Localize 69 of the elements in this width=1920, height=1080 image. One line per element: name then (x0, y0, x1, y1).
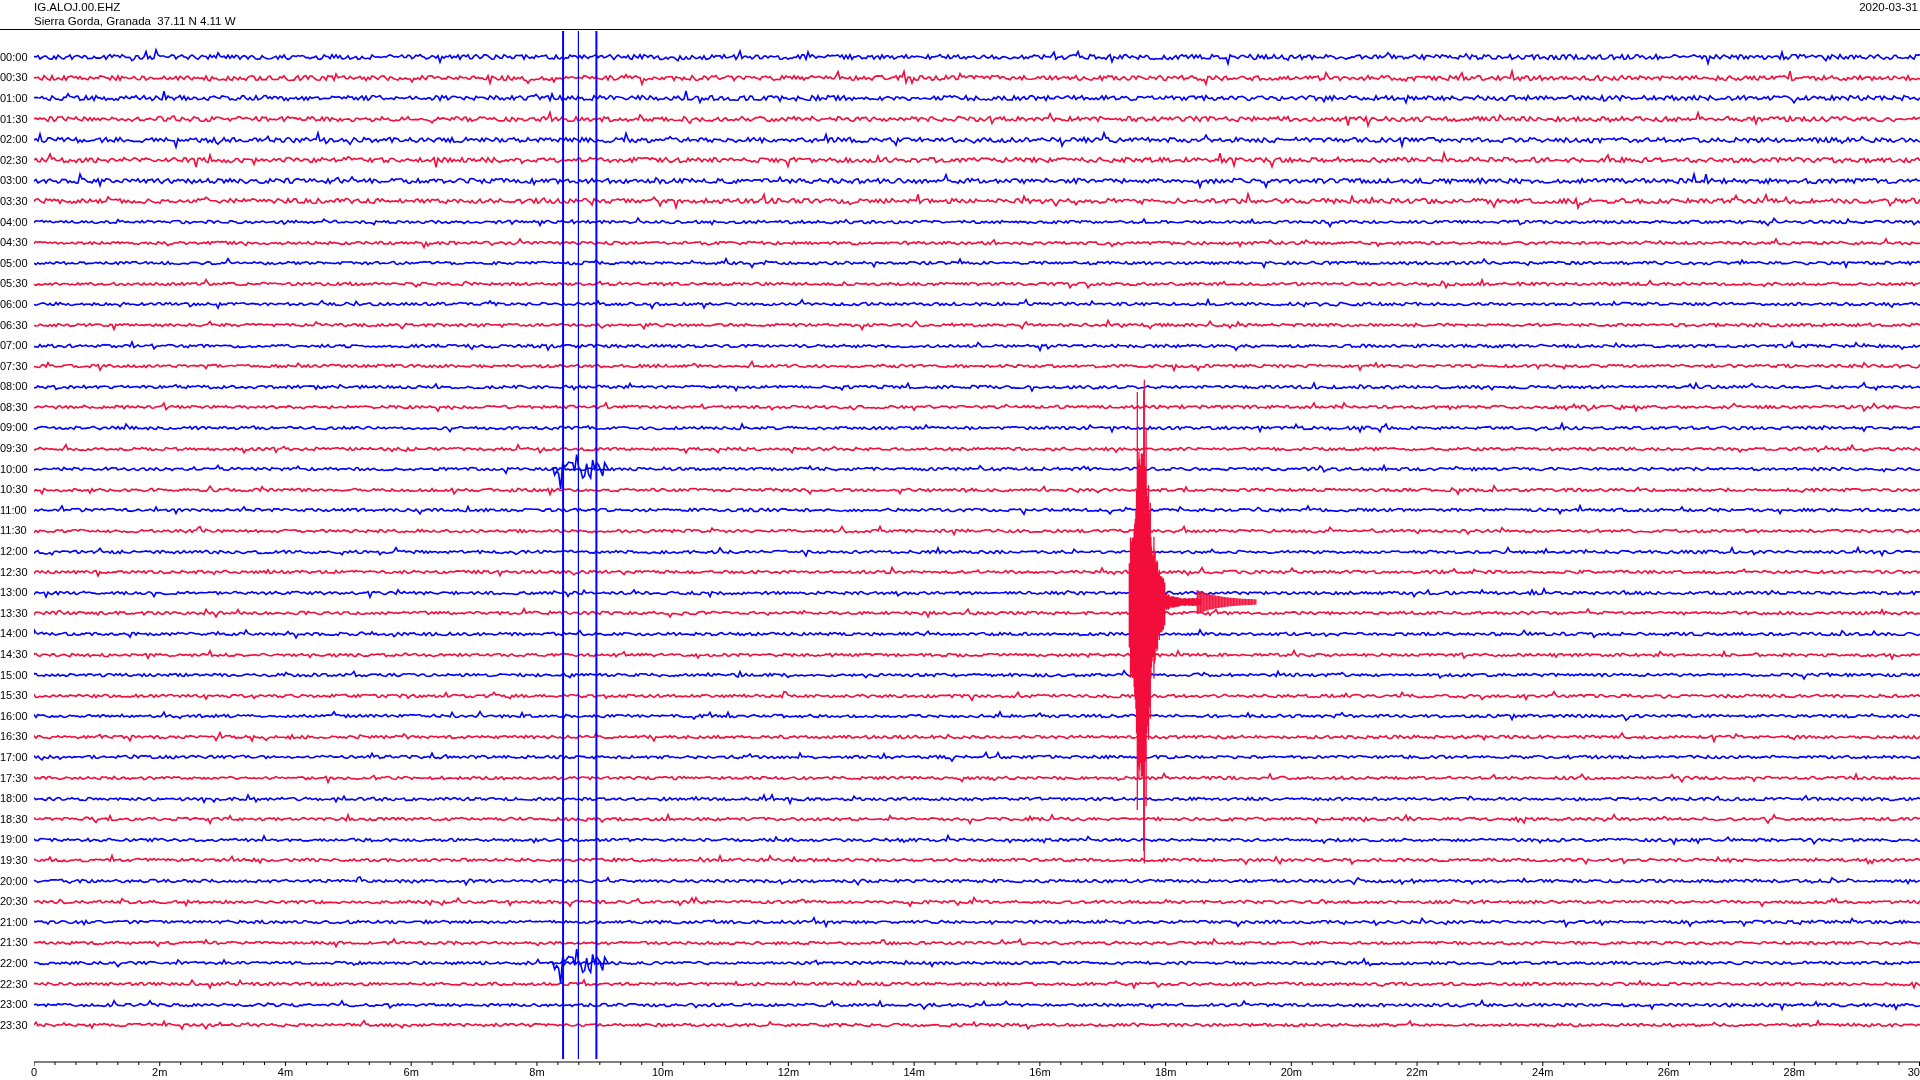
axis-tick-label: 20m (1280, 1067, 1303, 1078)
time-label: 06:00 (0, 298, 29, 310)
time-label: 20:30 (0, 896, 29, 908)
signal-burst (551, 948, 610, 985)
time-label: 19:30 (0, 854, 29, 866)
time-label: 13:00 (0, 587, 29, 599)
time-label: 18:00 (0, 793, 29, 805)
time-label: 05:30 (0, 278, 29, 290)
time-label: 07:00 (0, 340, 29, 352)
axis-tick-label: 8m (529, 1067, 545, 1078)
axis-tick-label: 16m (1029, 1067, 1051, 1078)
axis-tick-label: 0 (30, 1067, 38, 1078)
time-label: 02:00 (0, 134, 29, 146)
time-label: 14:00 (0, 628, 29, 640)
station-location: Sierra Gorda, Granada 37.11 N 4.11 W (34, 14, 236, 28)
plot-date: 2020-03-31 (1859, 0, 1918, 15)
station-code: IG.ALOJ.00.EHZ (34, 0, 122, 14)
time-label: 05:00 (0, 257, 29, 269)
time-label: 07:30 (0, 360, 29, 372)
time-label: 21:00 (0, 916, 29, 928)
axis-tick-label: 18m (1154, 1067, 1177, 1078)
time-label: 11:00 (0, 504, 28, 516)
time-label: 14:30 (0, 649, 29, 660)
axis-tick-label: 10m (651, 1067, 674, 1078)
time-label: 00:30 (0, 72, 29, 84)
time-label: 23:30 (0, 1019, 29, 1031)
time-label: 04:30 (0, 237, 29, 249)
time-label: 19:00 (0, 834, 29, 846)
time-label: 02:30 (0, 154, 29, 166)
time-label: 18:30 (0, 813, 29, 825)
time-label: 23:00 (0, 999, 29, 1011)
signal-burst (551, 453, 610, 490)
axis-tick-label: 30 (1907, 1067, 1920, 1078)
time-label: 20:00 (0, 875, 29, 887)
axis-tick-label: 12m (777, 1067, 800, 1078)
time-label: 11:30 (0, 525, 28, 537)
time-label: 15:00 (0, 669, 29, 681)
time-label: 09:30 (0, 443, 29, 455)
time-label: 17:00 (0, 752, 29, 763)
time-label: 16:00 (0, 710, 29, 722)
axis-tick-label: 14m (903, 1067, 925, 1078)
time-label: 10:30 (0, 484, 29, 496)
axis-tick-label: 4m (277, 1067, 294, 1078)
axis-tick-label: 6m (403, 1067, 419, 1078)
time-label: 16:30 (0, 731, 29, 743)
time-label: 08:00 (0, 381, 29, 393)
time-label: 12:30 (0, 566, 29, 578)
time-label: 22:30 (0, 978, 29, 990)
time-label: 22:00 (0, 957, 29, 969)
time-label: 01:30 (0, 113, 29, 125)
time-label: 12:00 (0, 546, 29, 558)
time-label: 06:30 (0, 319, 29, 331)
time-label: 13:30 (0, 607, 29, 619)
time-label: 09:00 (0, 422, 29, 434)
time-label: 00:00 (0, 51, 29, 63)
time-label: 15:30 (0, 690, 29, 702)
axis-tick-label: 26m (1657, 1067, 1680, 1078)
time-label: 21:30 (0, 937, 29, 949)
time-label: 08:30 (0, 401, 29, 413)
axis-tick-label: 2m (152, 1067, 168, 1078)
time-label: 03:00 (0, 175, 29, 187)
time-label: 03:30 (0, 195, 29, 207)
time-label: 17:30 (0, 772, 29, 784)
axis-tick-label: 28m (1783, 1067, 1805, 1078)
time-label: 01:00 (0, 93, 29, 104)
axis-tick-label: 24m (1532, 1067, 1554, 1078)
time-label: 04:00 (0, 216, 29, 228)
axis-tick-label: 22m (1406, 1067, 1428, 1078)
time-label: 10:00 (0, 463, 29, 475)
